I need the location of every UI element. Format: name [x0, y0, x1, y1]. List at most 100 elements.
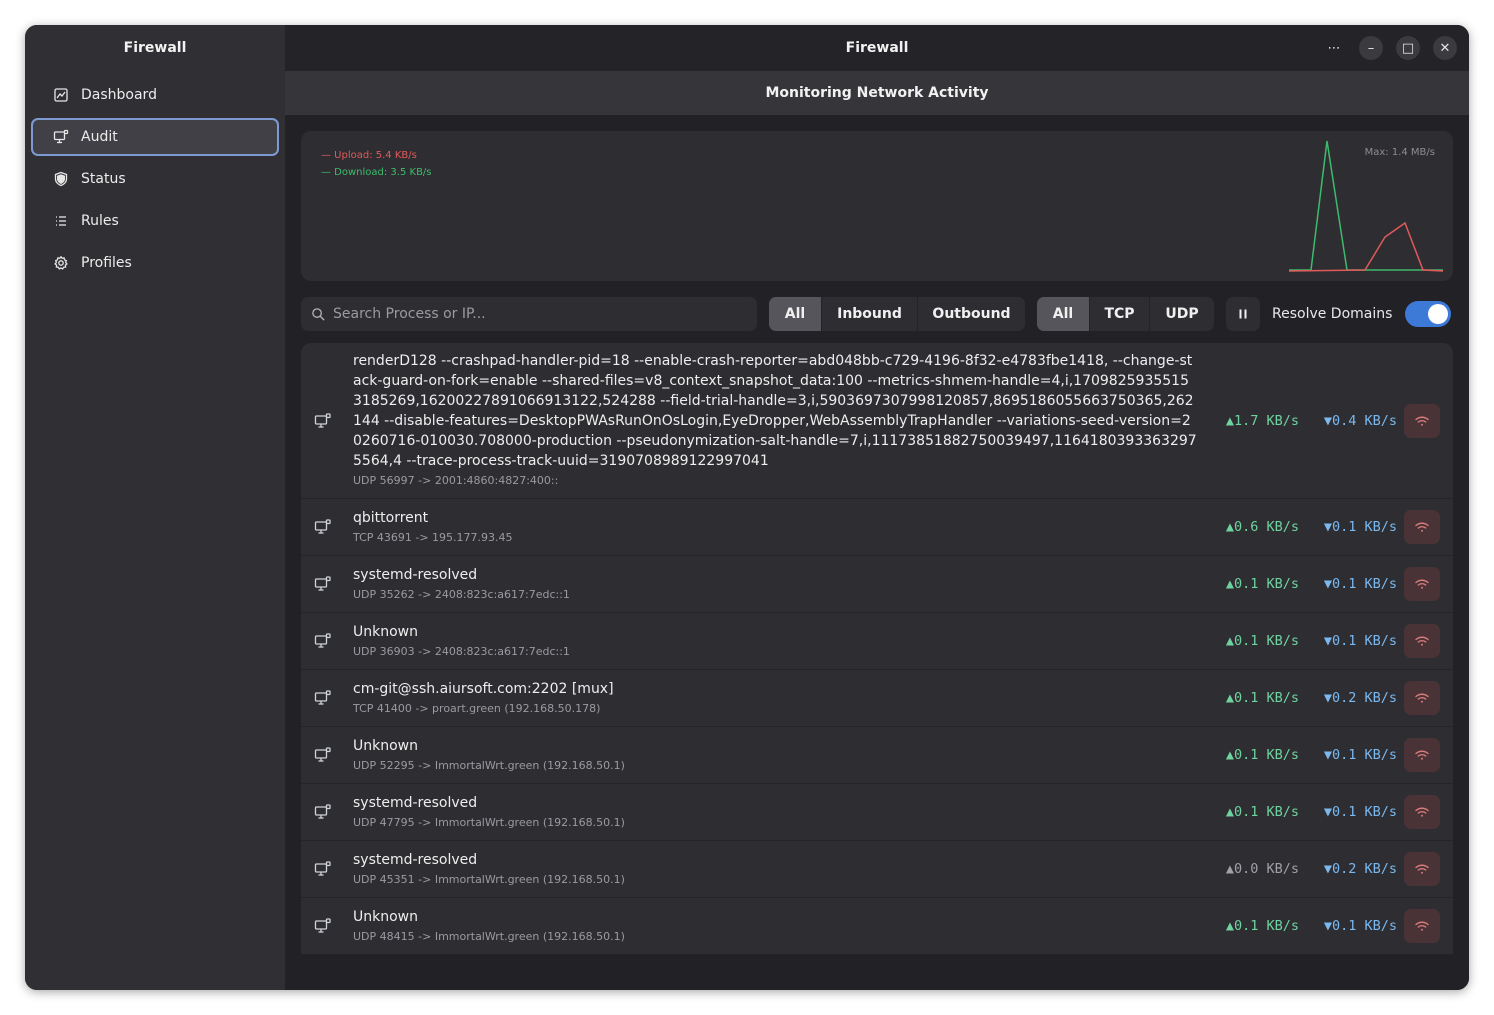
- upload-rate: ▲0.0 KB/s: [1225, 861, 1299, 877]
- main-panel: Firewall ⋯ – □ ✕ Monitoring Network Acti…: [285, 25, 1469, 990]
- direction-outbound-button[interactable]: Outbound: [918, 297, 1025, 331]
- close-button[interactable]: ✕: [1433, 36, 1457, 60]
- block-connection-button[interactable]: [1404, 403, 1440, 438]
- connection-detail: UDP 52295 -> ImmortalWrt.green (192.168.…: [353, 758, 625, 772]
- block-connection-button[interactable]: [1404, 681, 1440, 715]
- connection-row[interactable]: Unknown UDP 52295 -> ImmortalWrt.green (…: [301, 727, 1453, 784]
- direction-inbound-button[interactable]: Inbound: [822, 297, 918, 331]
- upload-rate: ▲0.1 KB/s: [1225, 918, 1299, 934]
- connection-detail: UDP 48415 -> ImmortalWrt.green (192.168.…: [353, 929, 625, 943]
- protocol-udp-button[interactable]: UDP: [1150, 297, 1214, 331]
- process-name: systemd-resolved: [353, 566, 478, 583]
- wifi-icon: [1415, 416, 1429, 426]
- graph-legend: — Upload: 5.4 KB/s — Download: 3.5 KB/s: [321, 147, 432, 181]
- connection-info: systemd-resolved UDP 35262 -> 2408:823c:…: [353, 565, 1217, 604]
- sidebar-item-rules[interactable]: Rules: [31, 202, 279, 240]
- connection-detail: TCP 41400 -> proart.green (192.168.50.17…: [353, 701, 601, 715]
- direction-filter: All Inbound Outbound: [769, 297, 1025, 331]
- sidebar-item-status[interactable]: Status: [31, 160, 279, 198]
- minimize-button[interactable]: –: [1359, 36, 1383, 60]
- download-rate: ▼0.2 KB/s: [1323, 690, 1397, 706]
- process-name: cm-git@ssh.aiursoft.com:2202 [mux]: [353, 680, 614, 697]
- download-rate: ▼0.4 KB/s: [1323, 412, 1397, 429]
- block-connection-button[interactable]: [1404, 624, 1440, 658]
- resolve-domains-toggle[interactable]: [1405, 301, 1452, 327]
- connection-info: Unknown UDP 48415 -> ImmortalWrt.green (…: [353, 907, 1217, 946]
- upload-rate: ▲0.1 KB/s: [1225, 633, 1299, 649]
- block-connection-button[interactable]: [1404, 510, 1440, 544]
- process-name: systemd-resolved: [353, 794, 478, 811]
- connection-info: systemd-resolved UDP 45351 -> ImmortalWr…: [353, 850, 1217, 889]
- block-connection-button[interactable]: [1404, 738, 1440, 772]
- connection-info: renderD128 --crashpad-handler-pid=18 --e…: [353, 351, 1217, 490]
- traffic-graph: — Upload: 5.4 KB/s — Download: 3.5 KB/s …: [301, 131, 1453, 281]
- block-connection-button[interactable]: [1404, 909, 1440, 943]
- wifi-icon: [1415, 522, 1429, 532]
- connection-row[interactable]: Unknown UDP 36903 -> 2408:823c:a617:7edc…: [301, 613, 1453, 670]
- sidebar-item-profiles[interactable]: Profiles: [31, 244, 279, 282]
- gear-icon: [53, 255, 69, 271]
- window-controls: ⋯ – □ ✕: [1322, 36, 1457, 60]
- connection-row[interactable]: systemd-resolved UDP 47795 -> ImmortalWr…: [301, 784, 1453, 841]
- wifi-icon: [1415, 636, 1429, 646]
- process-monitor-icon: [314, 576, 331, 591]
- download-rate: ▼0.1 KB/s: [1323, 747, 1397, 763]
- monitor-icon: [53, 129, 69, 145]
- block-connection-button[interactable]: [1404, 795, 1440, 829]
- search-box: [301, 297, 757, 331]
- connection-list: renderD128 --crashpad-handler-pid=18 --e…: [301, 343, 1453, 955]
- process-monitor-icon: [314, 519, 331, 534]
- wifi-icon: [1415, 864, 1429, 874]
- process-monitor-icon: [314, 412, 331, 428]
- protocol-tcp-button[interactable]: TCP: [1090, 297, 1150, 331]
- download-series-line: [1289, 140, 1443, 271]
- menu-button[interactable]: ⋯: [1322, 36, 1346, 60]
- connection-detail: TCP 43691 -> 195.177.93.45: [353, 530, 513, 544]
- resolve-domains-label: Resolve Domains: [1272, 306, 1393, 322]
- sidebar-item-label: Profiles: [81, 255, 132, 271]
- connection-row[interactable]: systemd-resolved UDP 35262 -> 2408:823c:…: [301, 556, 1453, 613]
- traffic-graph-plot: [1288, 140, 1444, 272]
- search-input[interactable]: [333, 306, 733, 322]
- sidebar-item-label: Audit: [81, 129, 118, 145]
- connection-info: Unknown UDP 36903 -> 2408:823c:a617:7edc…: [353, 622, 1217, 661]
- sidebar-item-label: Status: [81, 171, 126, 187]
- upload-rate: ▲0.1 KB/s: [1225, 576, 1299, 592]
- process-monitor-icon: [314, 918, 331, 933]
- process-monitor-icon: [314, 690, 331, 705]
- process-monitor-icon: [314, 861, 331, 876]
- sidebar-title: Firewall: [123, 40, 187, 56]
- sidebar-item-dashboard[interactable]: Dashboard: [31, 76, 279, 114]
- connection-detail: UDP 36903 -> 2408:823c:a617:7edc::1: [353, 644, 570, 658]
- connection-info: cm-git@ssh.aiursoft.com:2202 [mux] TCP 4…: [353, 679, 1217, 718]
- process-name: Unknown: [353, 623, 418, 640]
- connection-row[interactable]: qbittorrent TCP 43691 -> 195.177.93.45 ▲…: [301, 499, 1453, 556]
- connection-info: Unknown UDP 52295 -> ImmortalWrt.green (…: [353, 736, 1217, 775]
- upload-rate: ▲0.1 KB/s: [1225, 690, 1299, 706]
- direction-all-button[interactable]: All: [769, 297, 822, 331]
- search-icon: [312, 307, 325, 321]
- connection-row[interactable]: cm-git@ssh.aiursoft.com:2202 [mux] TCP 4…: [301, 670, 1453, 727]
- wifi-icon: [1415, 807, 1429, 817]
- shield-icon: [53, 171, 69, 187]
- upload-rate: ▲0.1 KB/s: [1225, 747, 1299, 763]
- upload-legend: — Upload: 5.4 KB/s: [321, 150, 417, 161]
- maximize-button[interactable]: □: [1396, 36, 1420, 60]
- process-monitor-icon: [314, 747, 331, 762]
- connection-row[interactable]: systemd-resolved UDP 45351 -> ImmortalWr…: [301, 841, 1453, 898]
- sidebar-item-audit[interactable]: Audit: [31, 118, 279, 156]
- titlebar: Firewall ⋯ – □ ✕: [285, 25, 1469, 71]
- connection-detail: UDP 56997 -> 2001:4860:4827:400::: [353, 474, 559, 487]
- sidebar-nav: Dashboard Audit Status Rules Profiles: [25, 71, 285, 291]
- process-name: systemd-resolved: [353, 851, 478, 868]
- connection-row[interactable]: renderD128 --crashpad-handler-pid=18 --e…: [301, 343, 1453, 499]
- graph-max-label: Max: 1.4 MB/s: [1364, 147, 1435, 158]
- upload-rate: ▲0.1 KB/s: [1225, 804, 1299, 820]
- process-name: renderD128 --crashpad-handler-pid=18 --e…: [353, 353, 1197, 469]
- block-connection-button[interactable]: [1404, 852, 1440, 886]
- block-connection-button[interactable]: [1404, 567, 1440, 601]
- pause-button[interactable]: [1226, 297, 1260, 331]
- connection-row[interactable]: Unknown UDP 48415 -> ImmortalWrt.green (…: [301, 898, 1453, 955]
- protocol-all-button[interactable]: All: [1037, 297, 1090, 331]
- download-legend: — Download: 3.5 KB/s: [321, 167, 432, 178]
